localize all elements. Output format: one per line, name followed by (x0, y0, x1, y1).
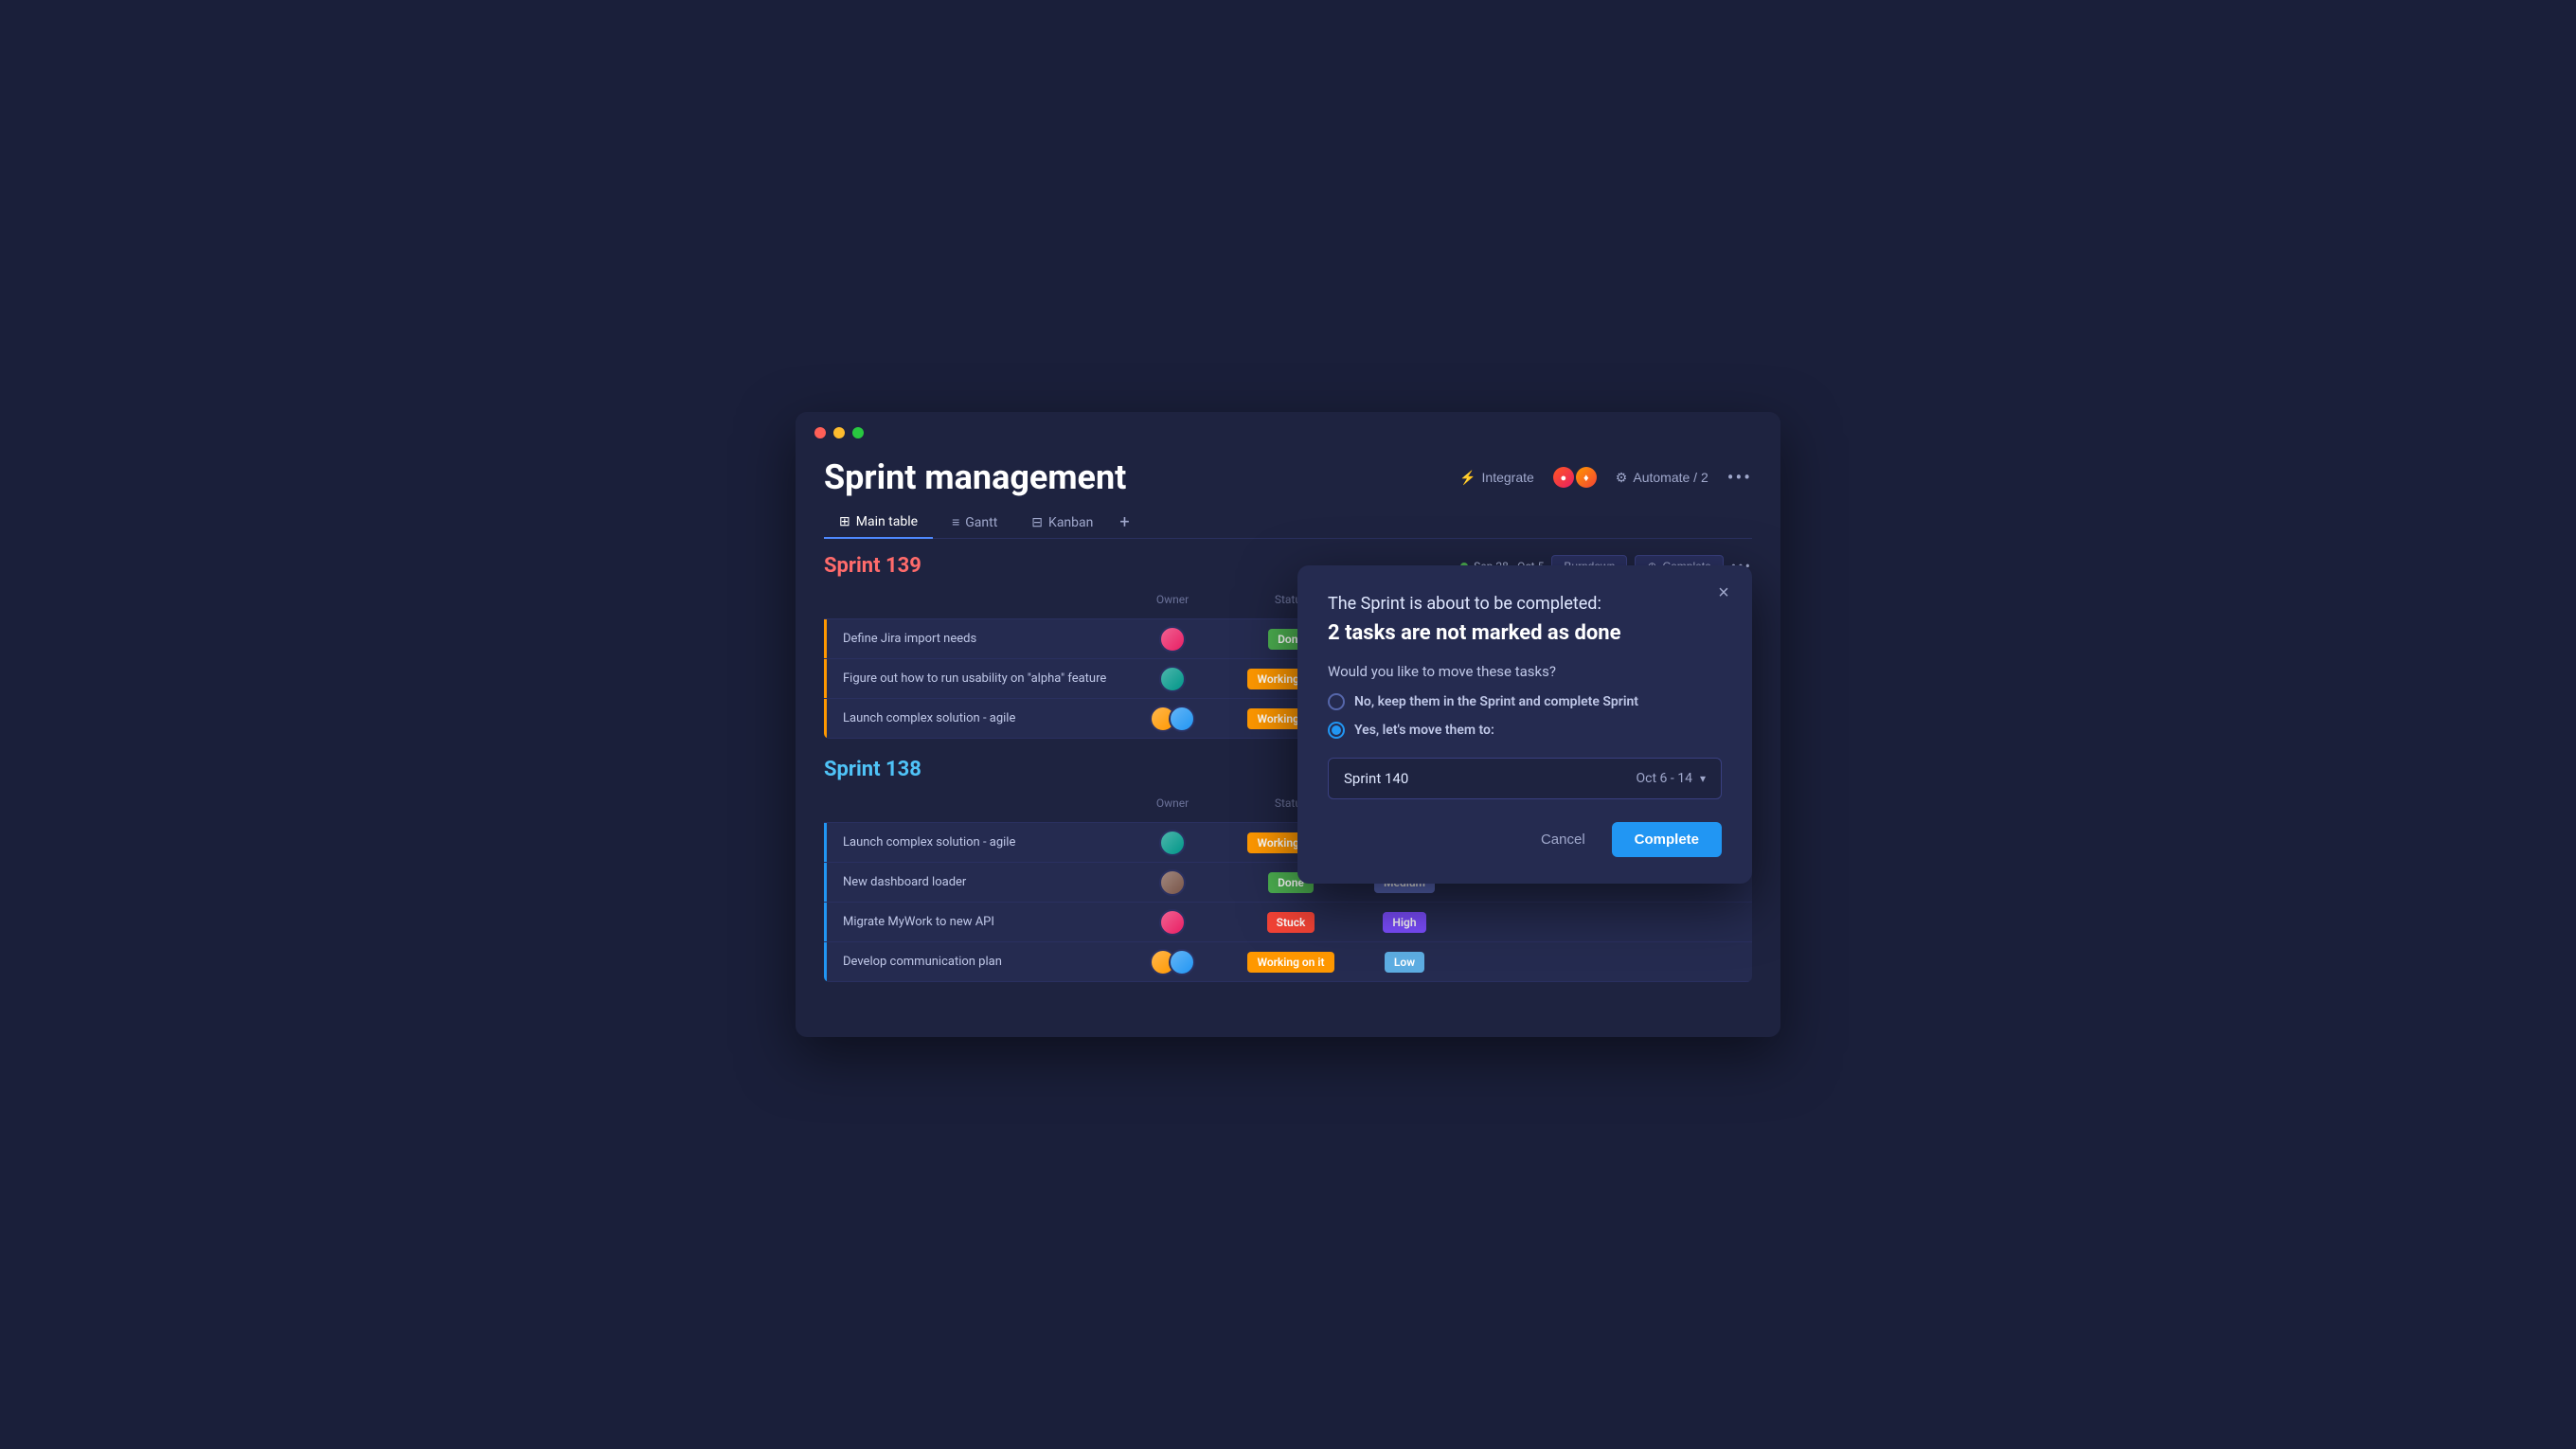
complete-sprint-button[interactable]: Complete (1612, 822, 1722, 857)
col-task-header (835, 593, 1116, 613)
maximize-window-icon[interactable] (852, 427, 864, 438)
minimize-window-icon[interactable] (833, 427, 845, 438)
tab-gantt[interactable]: ≡ Gantt (937, 507, 1012, 538)
col-owner-header: Owner (1116, 593, 1229, 613)
col-owner-header: Owner (1116, 796, 1229, 816)
avatar (1159, 626, 1186, 653)
task-name: Define Jira import needs (835, 632, 1116, 646)
integration-icons: ● ♦ (1553, 467, 1597, 488)
sprint-select-right: Oct 6 - 14 ▾ (1637, 771, 1706, 786)
sprint-select-label: Sprint 140 (1344, 770, 1408, 787)
avatar (1159, 909, 1186, 936)
row-owner (1116, 666, 1229, 692)
sprint-select-date: Oct 6 - 14 (1637, 771, 1692, 786)
sprint-139-title: Sprint 139 (824, 554, 921, 578)
row-owner (1116, 949, 1229, 975)
row-status: Working on it (1229, 952, 1352, 973)
chevron-down-icon: ▾ (1700, 772, 1706, 785)
row-priority: Low (1352, 952, 1457, 973)
dialog-title-bold: 2 tasks are not marked as done (1328, 619, 1722, 649)
row-priority: High (1352, 912, 1457, 933)
task-name: Launch complex solution - agile (835, 835, 1116, 850)
priority-badge[interactable]: Low (1385, 952, 1424, 973)
close-window-icon[interactable] (814, 427, 826, 438)
gantt-icon: ≡ (952, 514, 959, 530)
avatar-group (1150, 706, 1195, 732)
status-badge[interactable]: Working on it (1247, 952, 1333, 973)
radio-label-2: Yes, let's move them to: (1354, 723, 1494, 738)
dialog-close-button[interactable]: × (1710, 581, 1737, 607)
row-owner (1116, 830, 1229, 856)
automate-button[interactable]: ⚙ Automate / 2 (1616, 470, 1708, 486)
complete-sprint-dialog: × The Sprint is about to be completed: 2… (1297, 565, 1752, 885)
tab-bar: ⊞ Main table ≡ Gantt ⊟ Kanban + (824, 507, 1752, 539)
task-name: Launch complex solution - agile (835, 711, 1116, 725)
radio-label-1: No, keep them in the Sprint and complete… (1354, 694, 1638, 709)
task-name: Figure out how to run usability on "alph… (835, 671, 1116, 686)
app-header: Sprint management ⚡ Integrate ● ♦ ⚙ Auto… (824, 438, 1752, 507)
main-window: Sprint management ⚡ Integrate ● ♦ ⚙ Auto… (796, 412, 1780, 1037)
avatar (1159, 666, 1186, 692)
dialog-title: The Sprint is about to be completed: 2 t… (1328, 592, 1722, 649)
row-owner (1116, 909, 1229, 936)
radio-option-2[interactable]: Yes, let's move them to: (1328, 722, 1722, 739)
cancel-button[interactable]: Cancel (1526, 822, 1601, 857)
sprint-select-dropdown[interactable]: Sprint 140 Oct 6 - 14 ▾ (1328, 758, 1722, 799)
more-options-button[interactable]: ••• (1727, 466, 1752, 489)
title-bar (796, 412, 1780, 438)
integrate-button[interactable]: ⚡ Integrate (1459, 470, 1534, 486)
avatar-group (1150, 949, 1195, 975)
row-owner (1116, 626, 1229, 653)
header-actions: ⚡ Integrate ● ♦ ⚙ Automate / 2 ••• (1459, 466, 1752, 489)
radio-option-1[interactable]: No, keep them in the Sprint and complete… (1328, 693, 1722, 710)
sprint-138-title: Sprint 138 (824, 758, 921, 781)
add-tab-button[interactable]: + (1112, 509, 1136, 536)
kanban-icon: ⊟ (1031, 515, 1043, 530)
integrate-icon: ⚡ (1459, 470, 1476, 486)
task-name: Migrate MyWork to new API (835, 915, 1116, 929)
avatar (1159, 830, 1186, 856)
dialog-footer: Cancel Complete (1328, 822, 1722, 857)
table-row: Migrate MyWork to new API Stuck High (824, 903, 1752, 942)
tab-main-table[interactable]: ⊞ Main table (824, 507, 933, 539)
status-badge[interactable]: Stuck (1267, 912, 1315, 933)
avatar (1159, 869, 1186, 896)
integration-icon-1: ● (1553, 467, 1574, 488)
radio-circle-2 (1328, 722, 1345, 739)
radio-circle-1 (1328, 693, 1345, 710)
col-task-header (835, 796, 1116, 816)
main-table-icon: ⊞ (839, 514, 850, 529)
row-owner (1116, 706, 1229, 732)
avatar (1169, 706, 1195, 732)
avatar (1169, 949, 1195, 975)
automate-icon: ⚙ (1616, 470, 1628, 486)
task-name: New dashboard loader (835, 875, 1116, 889)
table-row: Develop communication plan Working on it… (824, 942, 1752, 982)
radio-group: No, keep them in the Sprint and complete… (1328, 693, 1722, 739)
row-status: Stuck (1229, 912, 1352, 933)
dialog-subtitle: Would you like to move these tasks? (1328, 663, 1722, 680)
task-name: Develop communication plan (835, 955, 1116, 969)
app-title: Sprint management (824, 457, 1126, 497)
row-owner (1116, 869, 1229, 896)
tab-kanban[interactable]: ⊟ Kanban (1016, 508, 1108, 538)
priority-badge[interactable]: High (1383, 912, 1425, 933)
integration-icon-2: ♦ (1576, 467, 1597, 488)
